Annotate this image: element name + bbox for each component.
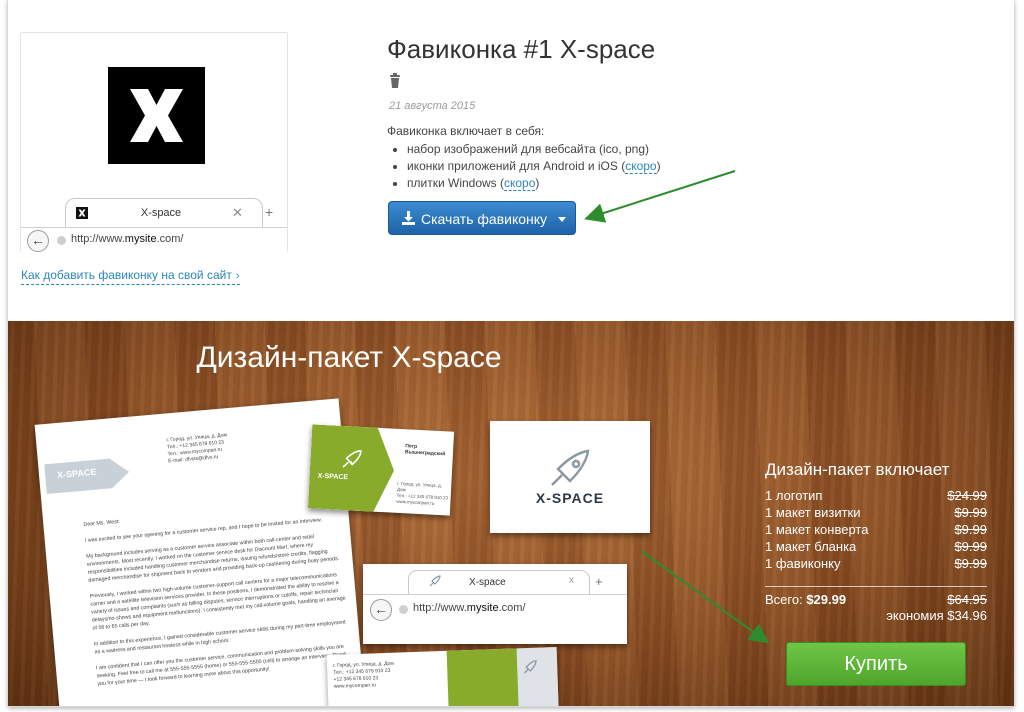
- list-item: плитки Windows (скоро): [407, 175, 661, 192]
- logo-card-brand: X-SPACE: [535, 490, 605, 506]
- total-price: Всего: $29.99: [765, 592, 847, 607]
- package-includes-title: Дизайн-пакет включает: [765, 460, 950, 479]
- card-address: г. Город, ул. Улица, д. Дом Тел.: +12 34…: [396, 480, 449, 506]
- letterhead-address: г. Город, ул. Улица, д. Дом Тел.: +12 34…: [166, 432, 228, 465]
- browser-mockup-title: X-space: [469, 577, 506, 588]
- feature-list: набор изображений для вебсайта (ico, png…: [387, 141, 661, 192]
- page-frame: X-space ✕ + ← http://www.mysite.com/ Как…: [8, 0, 1014, 706]
- publish-date: 21 августа 2015: [389, 100, 476, 112]
- rocket-icon: [523, 660, 537, 674]
- favicon-preview: X-space ✕ + ← http://www.mysite.com/: [20, 32, 288, 252]
- download-favicon-button[interactable]: Скачать фавиконку: [388, 201, 576, 235]
- logo-card-mockup: X-SPACE: [490, 421, 650, 533]
- download-icon: [402, 211, 415, 228]
- soon-link[interactable]: скоро: [504, 176, 536, 191]
- plus-icon: +: [595, 574, 603, 589]
- rocket-icon: [342, 450, 362, 468]
- soon-link[interactable]: скоро: [625, 159, 657, 174]
- browser-mockup: X-space x + ← http://www.mysite.com/: [363, 564, 627, 644]
- preview-tab-title: X-space: [140, 207, 182, 219]
- back-arrow-icon: ←: [27, 230, 49, 252]
- rocket-icon: [551, 449, 590, 486]
- envelope-address: г. Город, ул. Улица, д. Дом Тел.: +12 34…: [332, 660, 394, 690]
- back-arrow-icon: ←: [370, 599, 392, 621]
- envelope-mockup: г. Город, ул. Улица, д. Дом Тел.: +12 34…: [326, 647, 560, 706]
- globe-icon: [399, 605, 408, 614]
- includes-label: Фавиконка включает в себя:: [387, 124, 545, 138]
- preview-tab: X-space ✕: [65, 198, 263, 227]
- card-person-name: Петр Вышнеградский: [404, 443, 446, 458]
- preview-url: http://www.mysite.com/: [71, 233, 184, 245]
- buy-button[interactable]: Купить: [786, 642, 966, 686]
- envelope-grey-panel: [516, 647, 560, 706]
- page-title: Фавиконка #1 X-space: [387, 34, 656, 64]
- browser-mockup-address-bar: ← http://www.mysite.com/: [363, 594, 627, 623]
- close-icon: x: [569, 575, 574, 586]
- howto-link[interactable]: Как добавить фавиконку на свой сайт ›: [21, 268, 240, 285]
- browser-mockup-tab: X-space x: [408, 570, 590, 595]
- total-old-price: $64.95: [947, 592, 987, 607]
- x-logo: [108, 67, 205, 164]
- business-card-mockup: X-SPACE Петр Вышнеградский г. Город, ул.…: [307, 424, 455, 516]
- list-item: набор изображений для вебсайта (ico, png…: [407, 141, 661, 158]
- divider: [765, 586, 987, 587]
- trash-icon[interactable]: [389, 73, 401, 88]
- close-icon: ✕: [232, 205, 243, 220]
- letterhead-body: Dear Ms. West: I was excited to see your…: [83, 517, 348, 688]
- design-pack-section: Дизайн-пакет X-space X-SPACE г. Город, у…: [8, 321, 1014, 706]
- browser-mockup-url: http://www.mysite.com/: [413, 602, 526, 614]
- globe-icon: [57, 236, 66, 245]
- design-pack-title: Дизайн-пакет X-space: [196, 341, 502, 374]
- preview-address-bar: ← http://www.mysite.com/: [21, 227, 287, 252]
- rocket-icon: [429, 575, 441, 587]
- list-item: иконки приложений для Android и iOS (ско…: [407, 158, 661, 175]
- favicon-icon: [76, 207, 88, 219]
- preview-tab-bar: X-space ✕ +: [21, 198, 287, 228]
- caret-down-icon: [558, 217, 566, 222]
- savings-text: экономия $34.96: [886, 608, 987, 623]
- plus-icon: +: [265, 204, 274, 220]
- chevron-right-icon: ›: [235, 270, 240, 282]
